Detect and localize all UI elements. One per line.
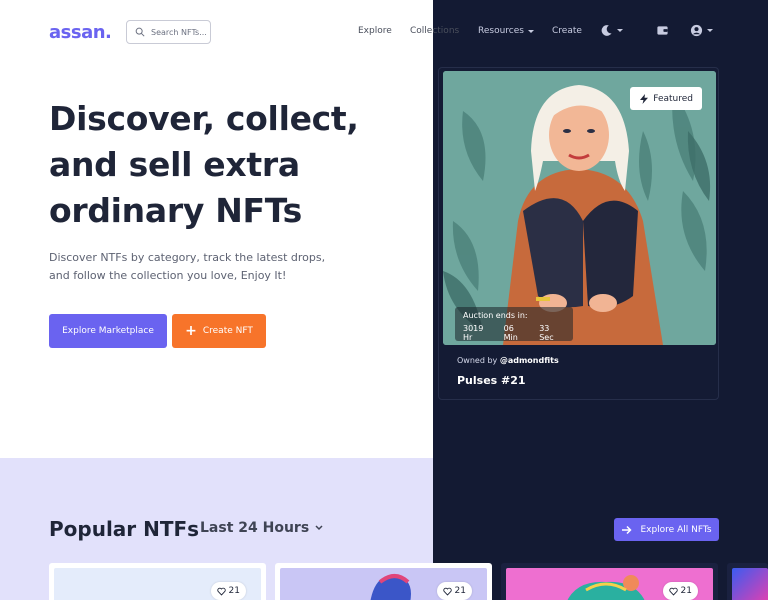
heart-icon <box>216 587 226 596</box>
chevron-down-icon <box>315 525 323 531</box>
hero-description: Discover NTFs by category, track the lat… <box>49 251 326 282</box>
owned-by-prefix: Owned by <box>457 356 498 365</box>
explore-marketplace-button[interactable]: Explore Marketplace <box>49 314 167 348</box>
plus-icon: + <box>185 323 197 339</box>
chevron-down-icon <box>617 29 623 32</box>
search-input[interactable]: Search NFTs... <box>126 20 211 44</box>
featured-nft-card[interactable]: Featured Auction ends in: 3019 Hr 06 Min… <box>438 67 719 400</box>
auction-label: Auction ends in: <box>463 311 528 320</box>
explore-all-nfts-button[interactable]: Explore All NFTs <box>614 518 719 541</box>
featured-nft-name[interactable]: Pulses #21 <box>457 374 526 387</box>
like-count: 21 <box>454 586 466 596</box>
wallet-button[interactable] <box>656 24 669 37</box>
lightning-icon <box>640 93 649 104</box>
time-filter-label: Last 24 Hours <box>200 520 310 536</box>
like-button[interactable]: 21 <box>436 582 472 600</box>
nav-explore[interactable]: Explore <box>358 26 392 36</box>
create-nft-label: Create NFT <box>202 326 253 336</box>
owned-by: Owned by @admondfits <box>457 356 559 365</box>
nav-collections[interactable]: Collections <box>410 26 459 36</box>
nft-card[interactable]: 21 <box>49 563 266 600</box>
heart-icon <box>442 587 452 596</box>
account-menu[interactable] <box>690 24 713 37</box>
nft-card[interactable] <box>727 563 768 600</box>
chevron-down-icon <box>527 29 534 33</box>
like-button[interactable]: 21 <box>210 582 246 600</box>
user-circle-icon <box>690 24 703 37</box>
nft-card-image <box>732 568 768 600</box>
chevron-down-icon <box>707 29 713 32</box>
logo[interactable]: assan. <box>49 22 112 43</box>
like-count: 21 <box>228 586 240 596</box>
nav-collections-part-light: Collections <box>410 26 460 36</box>
like-count: 21 <box>680 586 692 596</box>
search-icon <box>135 27 145 37</box>
nft-card[interactable]: 21 <box>275 563 492 600</box>
featured-badge: Featured <box>630 87 702 110</box>
featured-badge-label: Featured <box>653 93 693 104</box>
nav-create[interactable]: Create <box>552 26 582 36</box>
owner-link[interactable]: @admondfits <box>500 356 559 365</box>
hero-title: Discover, collect, and sell extra ordina… <box>49 99 359 230</box>
popular-title: Popular NTFs <box>49 517 200 541</box>
auction-minutes: 06 Min <box>503 324 518 342</box>
theme-toggle[interactable] <box>600 24 623 37</box>
nav-resources[interactable]: Resources <box>478 26 534 36</box>
nav-resources-label: Resources <box>478 26 524 36</box>
arrow-right-icon <box>622 525 632 534</box>
nft-card[interactable]: 21 <box>501 563 718 600</box>
auction-timer: Auction ends in: 3019 Hr 06 Min 33 Sec <box>455 307 573 342</box>
explore-all-nfts-label: Explore All NFTs <box>640 524 712 535</box>
time-filter-dropdown[interactable]: Last 24 Hours <box>200 520 323 536</box>
auction-hours: 3019 Hr <box>463 324 484 342</box>
auction-seconds: 33 Sec <box>539 324 554 342</box>
create-nft-button[interactable]: + Create NFT <box>172 314 266 348</box>
heart-icon <box>668 587 678 596</box>
like-button[interactable]: 21 <box>662 582 698 600</box>
featured-nft-image: Featured Auction ends in: 3019 Hr 06 Min… <box>443 71 716 345</box>
wallet-icon <box>657 26 668 35</box>
moon-icon <box>601 25 612 36</box>
search-placeholder: Search NFTs... <box>151 27 207 37</box>
